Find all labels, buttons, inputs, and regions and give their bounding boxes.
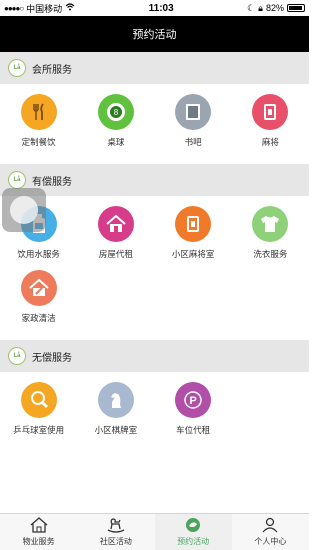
tab-property-service[interactable]: 物业服务 bbox=[0, 514, 77, 550]
service-item-chess-room[interactable]: 小区棋牌室 bbox=[77, 382, 154, 446]
laundry-icon bbox=[252, 206, 289, 242]
service-item-catering[interactable]: 定制餐饮 bbox=[0, 94, 77, 158]
service-item-parking[interactable]: P 车位代租 bbox=[155, 382, 232, 446]
service-label: 洗衣服务 bbox=[253, 249, 288, 259]
tab-personal-center[interactable]: 个人中心 bbox=[232, 514, 309, 550]
ping-pong-icon bbox=[20, 382, 57, 418]
service-item-laundry[interactable]: 洗衣服务 bbox=[232, 206, 309, 270]
mahjong-icon bbox=[252, 94, 289, 130]
chess-knight-icon bbox=[97, 382, 134, 418]
service-label: 定制餐饮 bbox=[21, 137, 56, 147]
page-title: 预约活动 bbox=[132, 29, 177, 41]
service-label: 饮用水服务 bbox=[17, 249, 60, 259]
section-title: 无偿服务 bbox=[32, 352, 72, 364]
moon-icon: ☾ bbox=[247, 2, 256, 13]
tab-label: 物业服务 bbox=[22, 537, 55, 546]
assistive-touch-icon bbox=[10, 196, 38, 224]
section-header-free: Lå 无偿服务 bbox=[0, 340, 309, 372]
service-item-billiards[interactable]: 8 桌球 bbox=[77, 94, 154, 158]
tab-bar: 物业服务 社区活动 预约活动 个人中心 bbox=[0, 513, 309, 550]
service-label: 房屋代租 bbox=[98, 249, 133, 259]
tab-reservation[interactable]: 预约活动 bbox=[154, 514, 232, 550]
signal-icon: ●●●●○ bbox=[4, 3, 24, 13]
community-logo-icon: Lå bbox=[8, 59, 26, 77]
title-bar: 预约活动 bbox=[0, 16, 309, 52]
service-label: 桌球 bbox=[107, 137, 125, 147]
svg-text:8: 8 bbox=[114, 108, 119, 117]
service-item-book-bar[interactable]: 书吧 bbox=[155, 94, 232, 158]
service-grid-free: 乒乓球室使用 小区棋牌室 P 车位代租 bbox=[0, 372, 309, 452]
service-item-mahjong-room[interactable]: 小区麻将室 bbox=[155, 206, 232, 270]
service-label: 小区棋牌室 bbox=[94, 425, 138, 435]
assistive-touch-button[interactable] bbox=[2, 188, 46, 232]
community-logo-icon: Lå bbox=[8, 347, 26, 365]
service-item-cleaning[interactable]: 家政清洁 bbox=[0, 270, 77, 334]
service-item-house-rental[interactable]: 房屋代租 bbox=[77, 206, 154, 270]
utensils-icon bbox=[20, 94, 57, 130]
tab-label: 社区活动 bbox=[99, 537, 132, 546]
section-header-paid: Lå 有偿服务 bbox=[0, 164, 309, 196]
cleaning-icon bbox=[20, 270, 57, 306]
user-icon bbox=[262, 517, 278, 535]
calendar-leaf-icon bbox=[184, 517, 202, 535]
status-bar: ●●●●○ 中国移动 11:03 ☾ 🔒︎ 82% bbox=[0, 0, 309, 16]
service-item-mahjong[interactable]: 麻将 bbox=[232, 94, 309, 158]
parking-icon: P bbox=[175, 382, 212, 418]
tab-label: 预约活动 bbox=[177, 537, 210, 546]
service-grid-clubhouse: 定制餐饮 8 桌球 书吧 麻将 bbox=[0, 84, 309, 164]
wifi-icon bbox=[65, 3, 75, 13]
section-title: 有偿服务 bbox=[32, 176, 72, 188]
carrier-label: 中国移动 bbox=[26, 3, 63, 14]
service-grid-paid: 饮用水服务 房屋代租 小区麻将室 洗衣服务 家政清洁 bbox=[0, 196, 309, 340]
tab-label: 个人中心 bbox=[254, 537, 287, 546]
service-label: 乒乓球室使用 bbox=[13, 425, 65, 435]
service-label: 小区麻将室 bbox=[171, 249, 215, 259]
status-time: 11:03 bbox=[148, 2, 174, 14]
rocking-horse-icon bbox=[106, 517, 126, 535]
service-label: 车位代租 bbox=[176, 425, 211, 435]
house-icon bbox=[97, 206, 134, 242]
billiard-ball-icon: 8 bbox=[97, 94, 134, 130]
service-label: 家政清洁 bbox=[21, 313, 56, 323]
service-item-ping-pong[interactable]: 乒乓球室使用 bbox=[0, 382, 77, 446]
section-header-clubhouse: Lå 会所服务 bbox=[0, 52, 309, 84]
community-logo-icon: Lå bbox=[8, 171, 26, 189]
home-icon bbox=[30, 517, 48, 535]
battery-percent: 82% bbox=[265, 3, 284, 13]
section-title: 会所服务 bbox=[32, 64, 72, 76]
service-label: 书吧 bbox=[184, 137, 202, 147]
battery-icon bbox=[286, 4, 305, 12]
lock-icon: 🔒︎ bbox=[258, 2, 263, 13]
svg-text:P: P bbox=[189, 395, 196, 407]
book-icon bbox=[175, 94, 212, 130]
tab-community-activity[interactable]: 社区活动 bbox=[77, 514, 154, 550]
service-label: 麻将 bbox=[261, 137, 279, 147]
mahjong-room-icon bbox=[175, 206, 212, 242]
